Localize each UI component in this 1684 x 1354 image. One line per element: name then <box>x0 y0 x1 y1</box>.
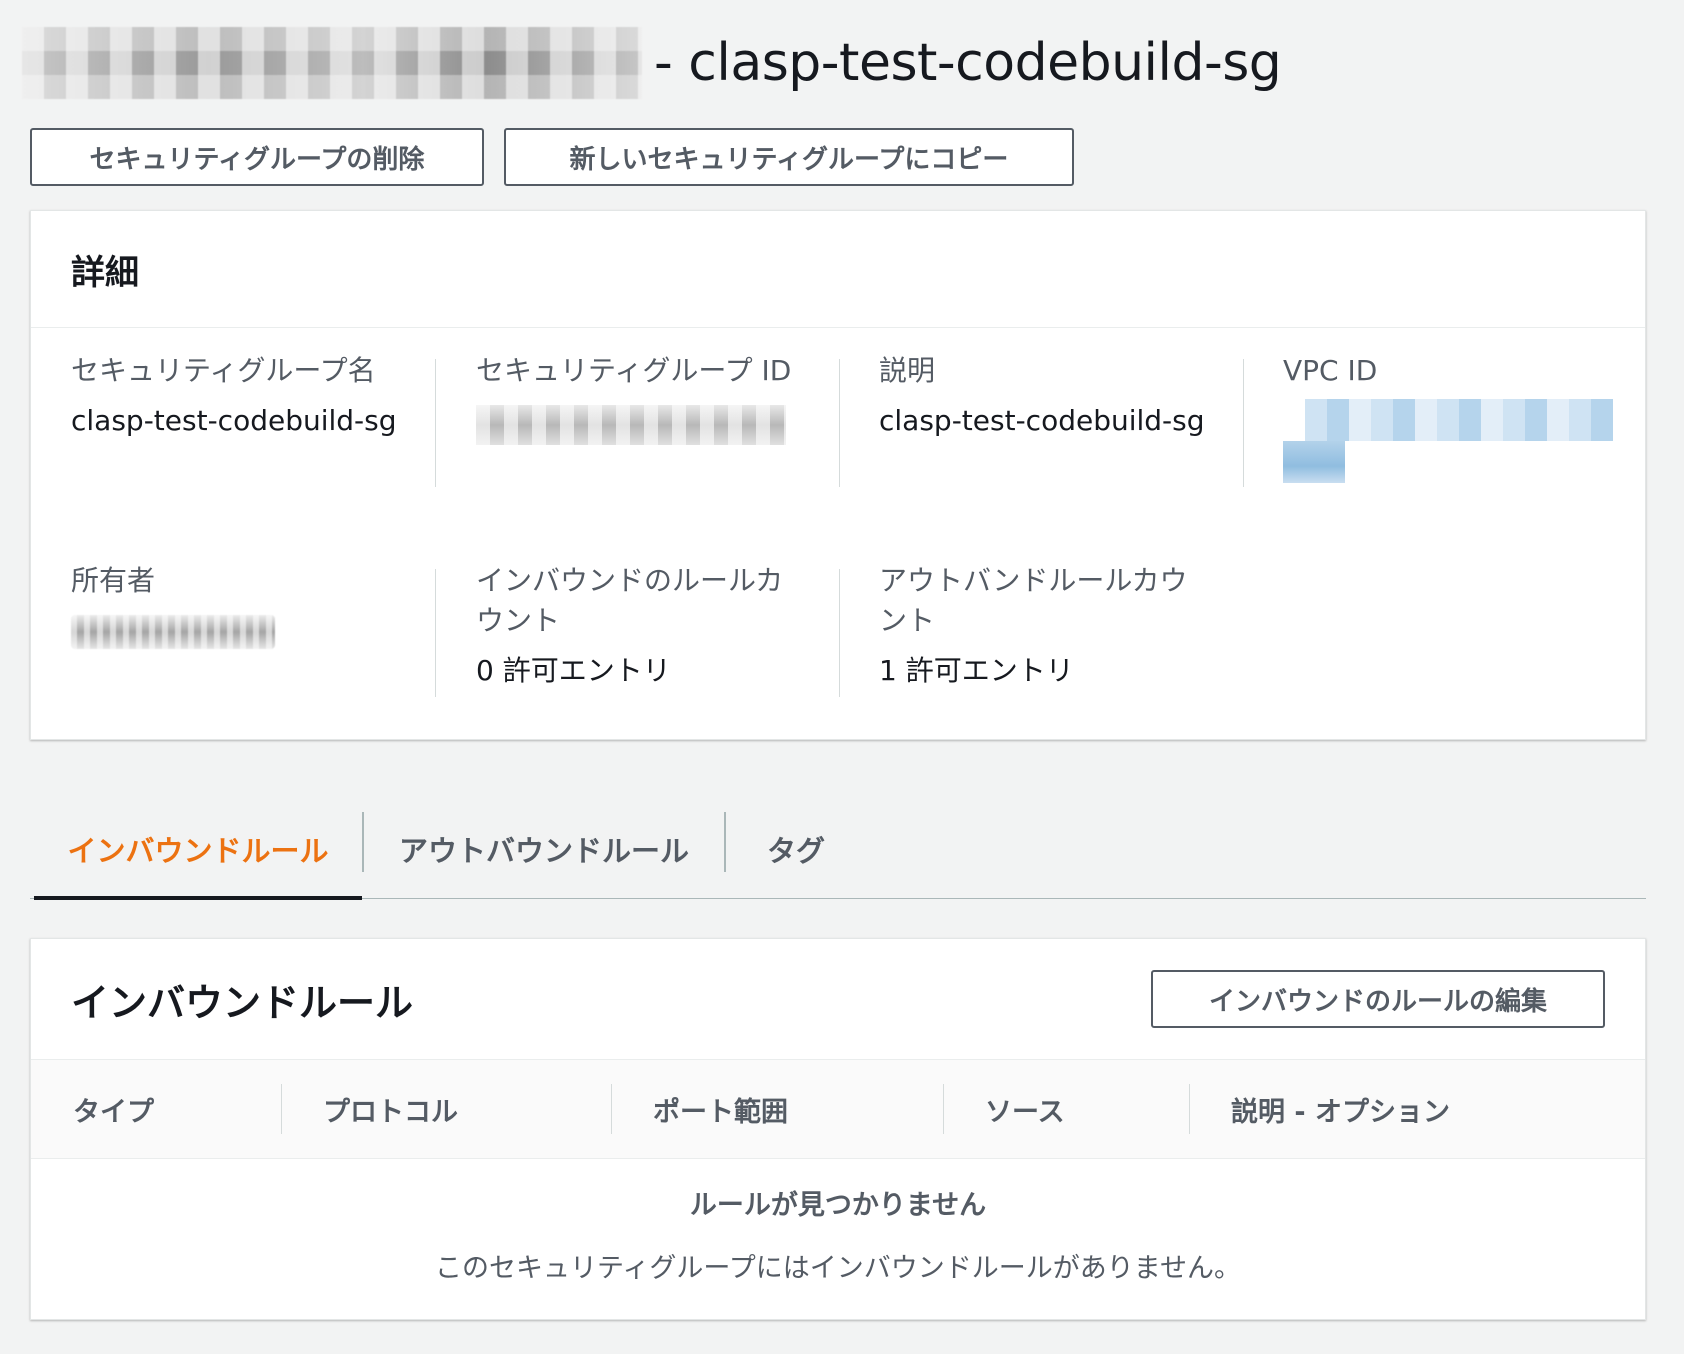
description-label: 説明 <box>879 354 936 387</box>
page-header: - clasp-test-codebuild-sg <box>22 18 1282 108</box>
field-description: 説明 clasp-test-codebuild-sg <box>879 351 1239 441</box>
field-sg-name: セキュリティグループ名 clasp-test-codebuild-sg <box>71 351 431 441</box>
tab-bar: インバウンドルール アウトバウンドルール タグ <box>30 800 1646 900</box>
column-divider[interactable] <box>943 1084 944 1134</box>
divider <box>435 569 436 697</box>
details-heading: 詳細 <box>31 211 1645 328</box>
empty-state: ルールが見つかりません このセキュリティグループにはインバウンドルールがありませ… <box>31 1183 1645 1285</box>
tab-inbound-rules[interactable]: インバウンドルール <box>34 800 362 900</box>
owner-label: 所有者 <box>71 564 156 597</box>
empty-state-message: このセキュリティグループにはインバウンドルールがありません。 <box>435 1253 1241 1284</box>
description-value: clasp-test-codebuild-sg <box>879 404 1205 437</box>
redacted-sg-id-value <box>476 405 786 445</box>
copy-security-group-button[interactable]: 新しいセキュリティグループにコピー <box>504 128 1074 186</box>
column-header-protocol[interactable]: プロトコル <box>323 1060 458 1158</box>
sg-id-label: セキュリティグループ ID <box>476 354 792 387</box>
column-header-type[interactable]: タイプ <box>73 1060 154 1158</box>
redacted-owner-value <box>71 615 275 649</box>
divider <box>839 569 840 697</box>
details-panel: 詳細 セキュリティグループ名 clasp-test-codebuild-sg セ… <box>30 210 1646 740</box>
outbound-count-label: アウトバンドルールカウント <box>879 564 1188 637</box>
table-header: タイプ プロトコル ポート範囲 ソース 説明 - オプション <box>31 1059 1645 1159</box>
vpc-id-label: VPC ID <box>1283 354 1378 387</box>
column-divider[interactable] <box>1189 1084 1190 1134</box>
field-sg-id: セキュリティグループ ID <box>476 351 836 445</box>
divider <box>435 359 436 487</box>
inbound-count-value: 0 許可エントリ <box>476 654 671 687</box>
column-divider[interactable] <box>281 1084 282 1134</box>
page-title: - clasp-test-codebuild-sg <box>654 33 1282 93</box>
column-header-port-range[interactable]: ポート範囲 <box>653 1060 788 1158</box>
divider <box>1243 359 1244 487</box>
inbound-count-label: インバウンドのルールカウント <box>476 564 784 637</box>
inbound-rules-title: インバウンドルール <box>71 980 414 1025</box>
field-owner: 所有者 <box>71 561 431 649</box>
inbound-rules-header: インバウンドルール インバウンドのルールの編集 <box>31 939 1645 1059</box>
column-header-source[interactable]: ソース <box>985 1060 1065 1158</box>
empty-state-title: ルールが見つかりません <box>689 1190 987 1221</box>
delete-security-group-button[interactable]: セキュリティグループの削除 <box>30 128 484 186</box>
sg-name-value: clasp-test-codebuild-sg <box>71 404 397 437</box>
tab-tags[interactable]: タグ <box>726 800 866 898</box>
edit-inbound-rules-button[interactable]: インバウンドのルールの編集 <box>1151 970 1605 1028</box>
redacted-vpc-id-link[interactable] <box>1283 399 1613 483</box>
outbound-count-value: 1 許可エントリ <box>879 654 1074 687</box>
inbound-rules-panel: インバウンドルール インバウンドのルールの編集 タイプ プロトコル ポート範囲 … <box>30 938 1646 1320</box>
column-header-description[interactable]: 説明 - オプション <box>1231 1060 1450 1158</box>
field-vpc-id: VPC ID <box>1283 351 1643 483</box>
divider <box>839 359 840 487</box>
field-outbound-count: アウトバンドルールカウント 1 許可エントリ <box>879 561 1199 691</box>
redacted-security-group-id <box>22 27 642 99</box>
tab-outbound-rules[interactable]: アウトバウンドルール <box>364 800 724 898</box>
column-divider[interactable] <box>611 1084 612 1134</box>
sg-name-label: セキュリティグループ名 <box>71 354 376 387</box>
field-inbound-count: インバウンドのルールカウント 0 許可エントリ <box>476 561 806 691</box>
